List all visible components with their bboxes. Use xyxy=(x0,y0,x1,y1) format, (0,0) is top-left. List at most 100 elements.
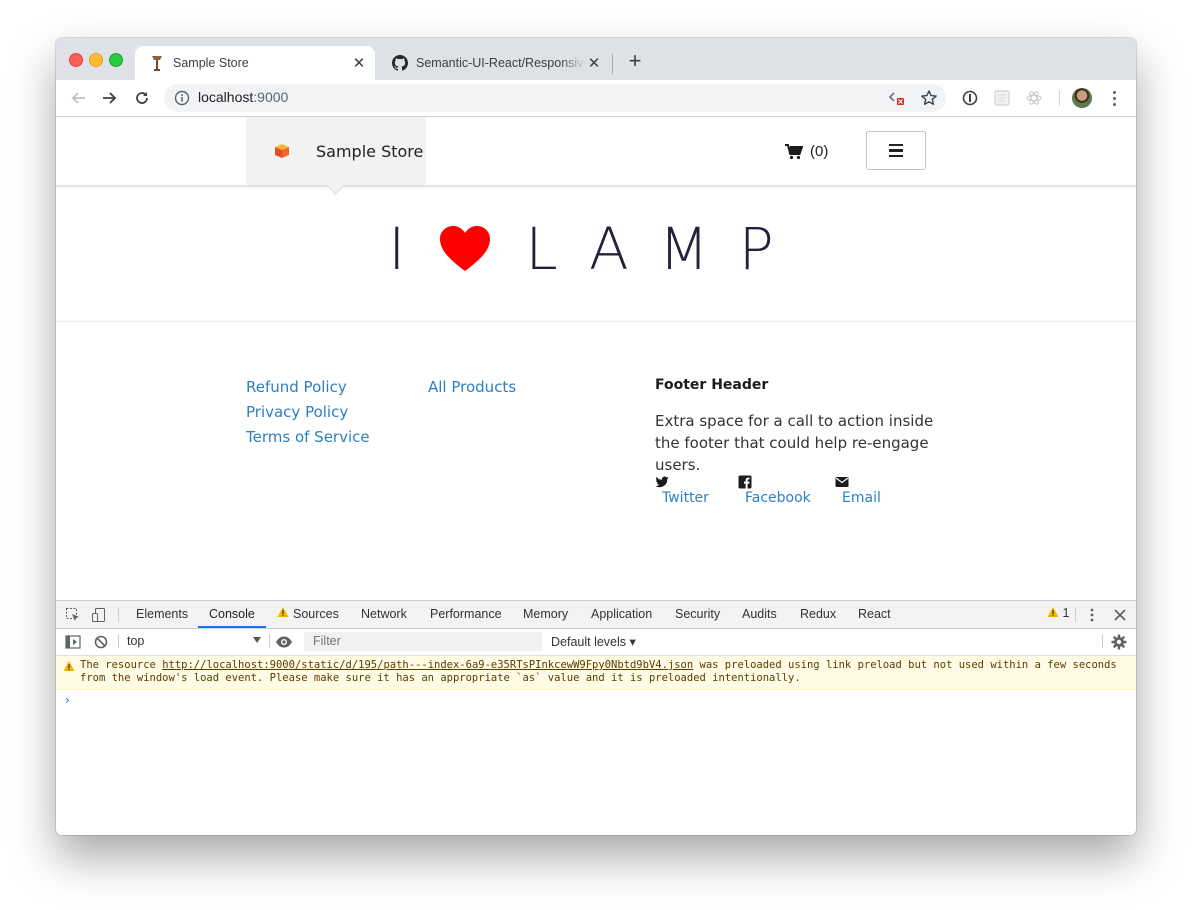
facebook-link[interactable]: Facebook xyxy=(738,475,811,506)
privacy-policy-link[interactable]: Privacy Policy xyxy=(246,400,370,425)
warning-resource-link[interactable]: http://localhost:9000/static/d/195/path-… xyxy=(162,659,693,671)
social-label: Twitter xyxy=(662,490,709,506)
hero-text-right: LAMP xyxy=(525,215,804,283)
forward-arrow-icon[interactable] xyxy=(98,86,122,110)
new-tab-button[interactable]: + xyxy=(624,48,646,73)
devtools-divider xyxy=(1102,634,1103,648)
devtools-divider xyxy=(118,608,119,622)
store-logo-icon xyxy=(275,144,289,158)
warning-count-badge[interactable]: 1 xyxy=(1047,606,1069,620)
social-label: Facebook xyxy=(745,490,811,506)
twitter-icon xyxy=(655,476,669,488)
close-window-button[interactable] xyxy=(69,53,83,67)
context-selector[interactable]: top xyxy=(127,634,261,648)
device-toolbar-icon[interactable] xyxy=(90,606,108,624)
extension-grid-icon[interactable] xyxy=(993,89,1011,107)
console-prompt-chevron-icon[interactable]: › xyxy=(65,693,70,707)
tab-strip: Sample Store ✕ Semantic-UI-React/Respons… xyxy=(56,38,1136,80)
devtools-tab-memory[interactable]: Memory xyxy=(523,607,568,621)
warning-triangle-icon xyxy=(63,660,75,676)
blocked-code-icon[interactable] xyxy=(888,89,906,107)
devtools-tab-sources[interactable]: Sources xyxy=(293,607,339,621)
hero-text-left: I xyxy=(388,215,436,283)
devtools-tab-elements[interactable]: Elements xyxy=(136,607,188,621)
social-label: Email xyxy=(842,490,881,506)
tab-close-icon[interactable]: ✕ xyxy=(351,55,367,72)
address-bar[interactable]: localhost:9000 xyxy=(164,84,946,112)
back-arrow-icon[interactable] xyxy=(66,86,90,110)
inspect-element-icon[interactable] xyxy=(64,606,82,624)
cart-link[interactable]: (0) xyxy=(785,143,828,160)
devtools-divider xyxy=(269,634,270,648)
warning-text: The resource http://localhost:9000/stati… xyxy=(80,659,1117,684)
footer-links-col1: Refund Policy Privacy Policy Terms of Se… xyxy=(246,375,370,450)
toolbar-divider xyxy=(1059,90,1060,106)
console-filter-input[interactable] xyxy=(304,632,542,651)
profile-avatar[interactable] xyxy=(1072,88,1092,108)
twitter-link[interactable]: Twitter xyxy=(655,475,709,506)
tab-semantic-ui-react[interactable]: Semantic-UI-React/Responsive ✕ xyxy=(378,46,610,80)
warning-triangle-icon xyxy=(1047,607,1059,617)
shopping-cart-icon xyxy=(785,143,803,159)
section-divider xyxy=(56,321,1136,322)
github-icon xyxy=(392,55,408,71)
devtools-tab-security[interactable]: Security xyxy=(675,607,720,621)
devtools-tab-react[interactable]: React xyxy=(858,607,891,621)
tab-divider xyxy=(612,54,613,74)
menu-toggle-button[interactable] xyxy=(866,131,926,170)
brand-link[interactable]: Sample Store xyxy=(246,117,426,185)
star-icon[interactable] xyxy=(920,89,938,107)
devtools-close-icon[interactable] xyxy=(1111,606,1129,624)
lamp-favicon-icon xyxy=(149,55,165,71)
devtools-menu-icon[interactable] xyxy=(1083,606,1101,624)
hero-banner: I LAMP xyxy=(56,209,1136,289)
tab-close-icon[interactable]: ✕ xyxy=(586,55,602,72)
sidebar-toggle-icon[interactable] xyxy=(64,633,82,651)
devtools-tab-network[interactable]: Network xyxy=(361,607,407,621)
console-settings-gear-icon[interactable] xyxy=(1110,633,1128,651)
live-expression-eye-icon[interactable] xyxy=(275,633,293,651)
active-tab-indicator xyxy=(198,626,266,628)
devtools-tab-redux[interactable]: Redux xyxy=(800,607,836,621)
hamburger-icon xyxy=(889,143,903,158)
context-value: top xyxy=(127,634,145,648)
devtools-tab-console[interactable]: Console xyxy=(209,607,255,621)
minimize-window-button[interactable] xyxy=(89,53,103,67)
maximize-window-button[interactable] xyxy=(109,53,123,67)
envelope-icon xyxy=(835,477,849,487)
console-toolbar: top Default levels ▾ xyxy=(56,629,1136,656)
info-circle-icon[interactable] xyxy=(174,90,190,106)
devtools-panel: Elements Console Sources Network Perform… xyxy=(56,600,1136,835)
dropdown-caret-icon xyxy=(253,637,261,643)
cart-count: (0) xyxy=(810,143,829,160)
devtools-tab-audits[interactable]: Audits xyxy=(742,607,777,621)
terms-of-service-link[interactable]: Terms of Service xyxy=(246,425,370,450)
refund-policy-link[interactable]: Refund Policy xyxy=(246,375,370,400)
log-levels-dropdown[interactable]: Default levels ▾ xyxy=(551,634,636,649)
tab-title: Sample Store xyxy=(173,56,249,70)
console-warning-message: The resource http://localhost:9000/stati… xyxy=(56,656,1136,690)
site-navbar: Sample Store (0) xyxy=(56,117,1136,195)
tab-sample-store[interactable]: Sample Store ✕ xyxy=(135,46,375,80)
footer-links-col2: All Products xyxy=(428,375,516,400)
browser-toolbar: localhost:9000 xyxy=(56,80,1136,117)
devtools-tab-application[interactable]: Application xyxy=(591,607,652,621)
react-devtools-icon[interactable] xyxy=(1025,89,1043,107)
browser-menu-icon[interactable] xyxy=(1106,88,1122,108)
browser-window: Sample Store ✕ Semantic-UI-React/Respons… xyxy=(56,38,1136,835)
reload-icon[interactable] xyxy=(130,86,154,110)
web-page: Sample Store (0) I LAMP Refund Policy Pr… xyxy=(56,117,1136,601)
footer-header: Footer Header xyxy=(655,377,769,393)
facebook-icon xyxy=(738,475,752,489)
warning-triangle-icon xyxy=(277,606,289,621)
footer-text: Extra space for a call to action inside … xyxy=(655,412,934,474)
devtools-tab-performance[interactable]: Performance xyxy=(430,607,502,621)
heart-icon xyxy=(440,226,491,271)
password-manager-icon[interactable] xyxy=(961,89,979,107)
url-text: localhost:9000 xyxy=(198,89,289,105)
brand-name: Sample Store xyxy=(316,141,424,161)
all-products-link[interactable]: All Products xyxy=(428,375,516,400)
email-link[interactable]: Email xyxy=(835,475,881,506)
clear-console-icon[interactable] xyxy=(92,633,110,651)
warning-count: 1 xyxy=(1062,606,1070,620)
